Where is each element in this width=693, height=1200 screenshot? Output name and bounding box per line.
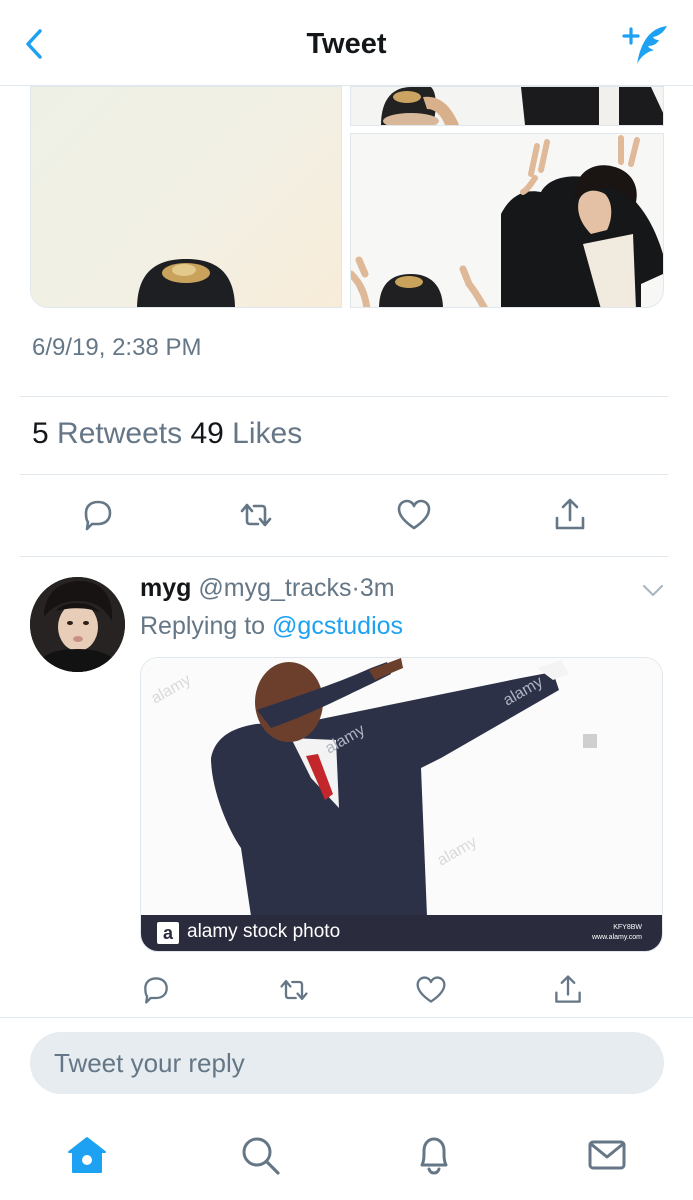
chevron-down-icon (642, 584, 664, 597)
tab-search[interactable] (235, 1130, 285, 1180)
avatar-photo (30, 577, 125, 672)
divider (20, 396, 668, 397)
tweet-timestamp: 6/9/19, 2:38 PM (32, 334, 202, 361)
divider (0, 1017, 693, 1018)
tweet-photo-1[interactable] (30, 86, 342, 308)
share-button[interactable] (548, 493, 592, 537)
stock-photo-id: KFY8BW (613, 924, 642, 931)
reply-input[interactable] (30, 1032, 664, 1094)
compose-tweet-button[interactable] (621, 22, 671, 68)
retweets-label[interactable]: Retweets (57, 417, 182, 450)
heart-icon (416, 976, 446, 1003)
compose-tweet-icon (622, 26, 667, 64)
stock-photo-illustration: alamy alamy alamy alamy (141, 658, 662, 916)
notifications-icon (420, 1137, 448, 1175)
retweet-icon (280, 979, 308, 1001)
photo-3-illustration (351, 135, 663, 307)
alamy-logo: a (157, 922, 179, 944)
tweet-action-bar (20, 493, 668, 537)
tweet-engagement-counts: 5 Retweets 49 Likes (32, 417, 302, 451)
photo-2-illustration (381, 87, 663, 125)
tab-notifications[interactable] (409, 1130, 459, 1180)
tweet-photo-grid (30, 86, 664, 308)
likes-count[interactable]: 49 (190, 417, 223, 450)
likes-label[interactable]: Likes (232, 417, 302, 450)
replying-to-mention[interactable]: @gcstudios (272, 612, 403, 640)
reply-icon (144, 977, 168, 1004)
divider (20, 556, 668, 557)
like-button[interactable] (409, 968, 453, 1012)
messages-icon (588, 1140, 626, 1170)
share-icon (555, 498, 585, 530)
reply-media-image[interactable]: alamy alamy alamy alamy a alamy stock ph… (140, 657, 663, 952)
retweet-icon (240, 503, 272, 527)
tab-messages[interactable] (582, 1130, 632, 1180)
replying-to-line: Replying to @gcstudios (140, 612, 403, 641)
heart-icon (397, 499, 431, 530)
reply-action-bar (132, 968, 693, 1012)
tweet-photo-2[interactable] (350, 86, 664, 126)
stock-photo-code: KFY8BW www.alamy.com (592, 923, 642, 943)
reply-button[interactable] (134, 968, 178, 1012)
bottom-tab-bar (0, 1110, 693, 1200)
home-icon (68, 1137, 106, 1173)
reply-icon (84, 500, 112, 531)
tweet-options-button[interactable] (641, 580, 665, 600)
retweet-button[interactable] (234, 493, 278, 537)
reply-button[interactable] (76, 493, 120, 537)
divider (20, 474, 668, 475)
stock-photo-watermark-text: alamy stock photo (187, 921, 341, 942)
share-button[interactable] (546, 968, 590, 1012)
reply-composer[interactable] (30, 1032, 664, 1094)
page-title: Tweet (306, 28, 387, 60)
search-icon (242, 1137, 280, 1175)
top-nav-bar: Tweet (0, 0, 693, 86)
tab-home[interactable] (62, 1130, 112, 1180)
tweet-photo-3[interactable] (350, 133, 664, 308)
photo-1-illustration (137, 259, 235, 307)
stock-photo-watermark-bar: a alamy stock photo KFY8BW www.alamy.com (141, 915, 662, 951)
replying-to-prefix: Replying to (140, 612, 266, 640)
author-handle[interactable]: @myg_tracks (198, 574, 351, 602)
meta-separator: · (351, 574, 360, 602)
avatar[interactable] (30, 577, 125, 672)
retweets-count[interactable]: 5 (32, 417, 49, 450)
reply-author-line: myg @myg_tracks·3m (140, 574, 395, 603)
like-button[interactable] (392, 493, 436, 537)
reply-time: 3m (359, 574, 395, 602)
stock-photo-site: www.alamy.com (591, 934, 642, 941)
author-display-name[interactable]: myg (140, 574, 191, 602)
share-icon (555, 975, 581, 1003)
retweet-button[interactable] (272, 968, 316, 1012)
